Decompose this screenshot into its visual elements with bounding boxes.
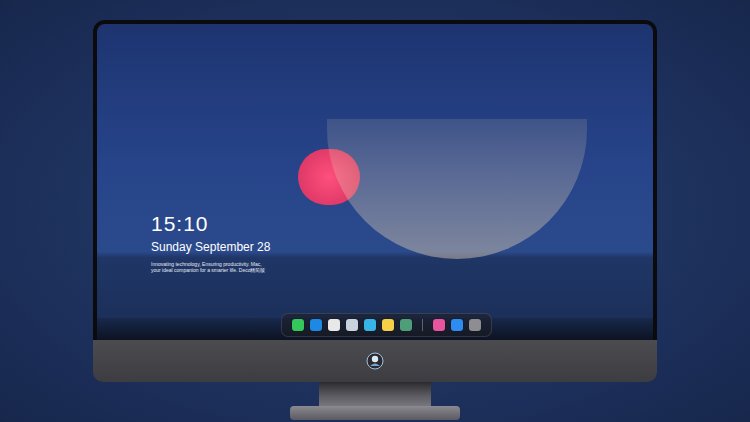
stand-base <box>290 406 460 420</box>
dock-app-icon[interactable] <box>382 319 394 331</box>
monitor-bezel: 15:10 Sunday September 28 Innovating techn… <box>93 20 657 340</box>
dock-app-icon[interactable] <box>292 319 304 331</box>
dock-app-icon[interactable] <box>346 319 358 331</box>
dock <box>281 313 492 337</box>
clock-date: Sunday September 28 <box>151 239 270 255</box>
brand-logo-icon <box>366 352 384 370</box>
dock-app-icon[interactable] <box>310 319 322 331</box>
monitor: 15:10 Sunday September 28 Innovating techn… <box>93 20 657 420</box>
dock-divider <box>422 319 423 331</box>
dock-app-icon[interactable] <box>364 319 376 331</box>
dock-app-icon[interactable] <box>400 319 412 331</box>
stand-neck <box>319 382 431 406</box>
dock-app-icon[interactable] <box>469 319 481 331</box>
tagline: Innovating technology, Ensuring producti… <box>151 261 270 273</box>
clock-block: 15:10 Sunday September 28 Innovating techn… <box>151 211 270 273</box>
screen: 15:10 Sunday September 28 Innovating techn… <box>97 24 653 340</box>
monitor-chin <box>93 340 657 382</box>
tagline-line: your ideal companion for a smarter life.… <box>151 267 270 273</box>
dock-app-icon[interactable] <box>328 319 340 331</box>
page: 15:10 Sunday September 28 Innovating techn… <box>0 0 750 422</box>
wallpaper-net <box>327 119 587 259</box>
dock-app-icon[interactable] <box>451 319 463 331</box>
tagline-line: Innovating technology, Ensuring producti… <box>151 261 270 267</box>
clock-time: 15:10 <box>151 211 270 237</box>
dock-app-icon[interactable] <box>433 319 445 331</box>
